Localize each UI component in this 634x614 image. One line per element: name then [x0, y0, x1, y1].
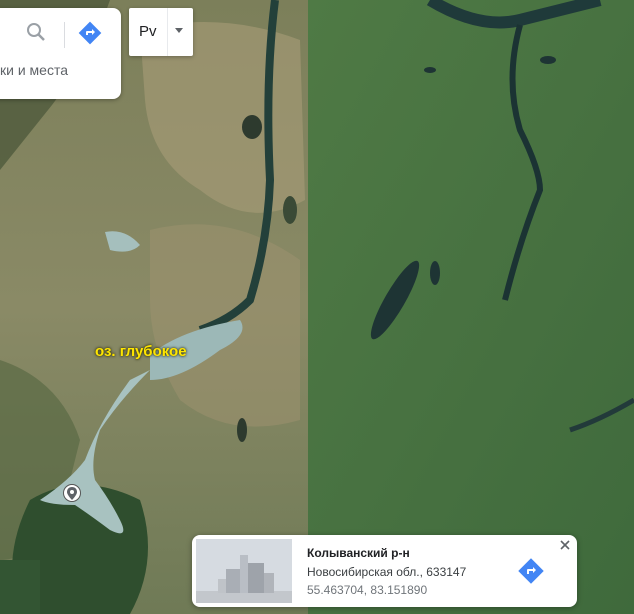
language-selector[interactable]: Рv — [129, 8, 193, 56]
directions-icon[interactable] — [517, 557, 545, 585]
search-row — [0, 8, 121, 56]
search-divider — [64, 22, 65, 48]
place-name: Колыванский р-н — [307, 546, 410, 560]
caret-down-icon[interactable] — [175, 28, 183, 33]
lake-label[interactable]: оз. глубокое — [95, 343, 187, 360]
search-hint[interactable]: ки и места — [0, 62, 68, 78]
language-label: Рv — [139, 23, 157, 40]
language-separator — [167, 8, 168, 56]
place-address: Новосибирская обл., 633147 — [307, 565, 467, 579]
street-view-thumbnail[interactable] — [196, 539, 292, 603]
search-icon[interactable] — [24, 20, 48, 44]
close-icon[interactable] — [558, 538, 572, 552]
directions-icon[interactable] — [77, 20, 103, 46]
place-card[interactable]: Колыванский р-н Новосибирская обл., 6331… — [192, 535, 577, 607]
place-pin-icon[interactable] — [63, 484, 81, 502]
search-box: ки и места — [0, 8, 121, 99]
place-coordinates: 55.463704, 83.151890 — [307, 583, 428, 597]
